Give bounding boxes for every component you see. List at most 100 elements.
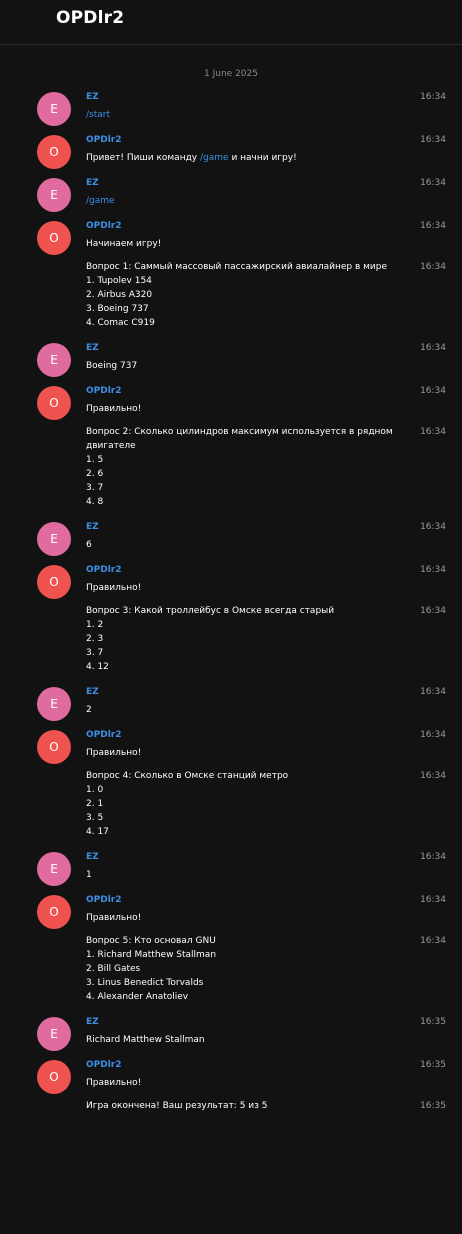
message-group: E EZ 16:34 2 xyxy=(0,686,462,729)
message-group: O OPDlr2 16:35 Правильно! Игра окончена! Ваш… xyxy=(0,1059,462,1125)
message-header: OPDlr2 16:34 xyxy=(86,220,446,232)
message-timestamp: 16:35 xyxy=(420,1101,446,1111)
message-timestamp: 16:34 xyxy=(420,730,446,740)
sender-name[interactable]: EZ xyxy=(86,91,442,103)
avatar[interactable]: O xyxy=(37,135,71,169)
text-span: 3. Boeing 737 xyxy=(86,304,149,314)
text-span: 2. 6 xyxy=(86,469,104,479)
message-text: Правильно! xyxy=(86,402,442,416)
message-text: Правильно! xyxy=(86,1076,442,1090)
message-group: E EZ 16:34/game xyxy=(0,177,462,220)
text-span: Игра окончена! Ваш результат: 5 из 5 xyxy=(86,1101,268,1111)
sender-name[interactable]: EZ xyxy=(86,342,442,354)
text-span: Вопрос 1: Саммый массовый пассажирский а… xyxy=(86,262,388,272)
message-text: Игра окончена! Ваш результат: 5 из 5 16:3… xyxy=(86,1099,446,1113)
sender-name[interactable]: OPDlr2 xyxy=(86,729,442,741)
message-timestamp: 16:35 xyxy=(420,1060,446,1070)
message-text: Правильно! xyxy=(86,911,442,925)
message-timestamp: 16:34 xyxy=(420,178,446,188)
message-group: O OPDlr2 16:34 Правильно! Вопрос 2: Сколько … xyxy=(0,385,462,521)
message-timestamp: 16:34 xyxy=(420,92,446,102)
message-timestamp: 16:35 xyxy=(420,1017,446,1027)
message-text: Richard Matthew Stallman xyxy=(86,1033,442,1047)
avatar[interactable]: O xyxy=(37,221,71,255)
sender-name[interactable]: OPDlr2 xyxy=(86,1059,442,1071)
sender-name[interactable]: EZ xyxy=(86,177,442,189)
message-timestamp: 16:34 xyxy=(420,852,446,862)
avatar[interactable]: E xyxy=(37,852,71,886)
message-header: EZ 16:34 xyxy=(86,686,446,698)
sender-name[interactable]: EZ xyxy=(86,521,442,533)
text-span: 1. 5 xyxy=(86,455,104,465)
message-timestamp: 16:34 xyxy=(420,262,446,272)
message-text: Вопрос 5: Кто основал GNU 1. Richard Matt… xyxy=(86,934,446,1004)
sender-name[interactable]: EZ xyxy=(86,851,442,863)
message-text: Правильно! xyxy=(86,581,442,595)
message-text: Начинаем игру! xyxy=(86,237,442,251)
message-text: Привет! Пиши команду /game и начни игру! xyxy=(86,151,442,165)
avatar[interactable]: O xyxy=(37,895,71,929)
avatar[interactable]: O xyxy=(37,386,71,420)
sender-name[interactable]: EZ xyxy=(86,686,442,698)
sender-name[interactable]: OPDlr2 xyxy=(86,894,442,906)
avatar[interactable]: E xyxy=(37,343,71,377)
text-span: Boeing 737 xyxy=(86,361,138,371)
message-group: E EZ 16:34/start xyxy=(0,91,462,134)
text-span: 2. Airbus A320 xyxy=(86,290,153,300)
text-span: Вопрос 2: Сколько цилиндров максимум исп… xyxy=(86,427,393,451)
text-span: Вопрос 3: Какой троллейбус в Омске всегд… xyxy=(86,606,335,616)
message-text: 2 xyxy=(86,703,442,717)
message-timestamp: 16:34 xyxy=(420,343,446,353)
text-span: 6 xyxy=(86,540,92,550)
sender-name[interactable]: EZ xyxy=(86,1016,442,1028)
text-span: 2 xyxy=(86,705,92,715)
text-span: Правильно! xyxy=(86,404,142,414)
command-link[interactable]: /game xyxy=(200,153,229,163)
message-group: E EZ 16:34 Boeing 737 xyxy=(0,342,462,385)
sender-name[interactable]: OPDlr2 xyxy=(86,220,442,232)
message-text: /start xyxy=(86,108,442,122)
sender-name[interactable]: OPDlr2 xyxy=(86,134,442,146)
message-timestamp: 16:34 xyxy=(420,936,446,946)
text-span: 4. Comac C919 xyxy=(86,318,155,328)
message-header: OPDlr2 16:34 xyxy=(86,564,446,576)
message-text: Вопрос 1: Саммый массовый пассажирский а… xyxy=(86,260,446,330)
message-header: OPDlr2 16:34 xyxy=(86,134,446,146)
avatar[interactable]: E xyxy=(37,522,71,556)
message-group: O OPDlr2 16:34 Правильно! Вопрос 5: Кто осно… xyxy=(0,894,462,1016)
text-span: Правильно! xyxy=(86,748,142,758)
sender-name[interactable]: OPDlr2 xyxy=(86,564,442,576)
text-span: 1. Richard Matthew Stallman xyxy=(86,950,217,960)
message-group: O OPDlr2 16:34 Правильно! Вопрос 3: Какой тр… xyxy=(0,564,462,686)
command-link[interactable]: /start xyxy=(86,110,110,120)
message-header: OPDlr2 16:34 xyxy=(86,729,446,741)
text-span: 4. 12 xyxy=(86,662,109,672)
avatar[interactable]: O xyxy=(37,730,71,764)
avatar[interactable]: E xyxy=(37,92,71,126)
message-text: 6 xyxy=(86,538,442,552)
message-text: Boeing 737 xyxy=(86,359,442,373)
avatar[interactable]: E xyxy=(37,1017,71,1051)
avatar[interactable]: E xyxy=(37,178,71,212)
text-span: 3. 7 xyxy=(86,648,104,658)
sender-name[interactable]: OPDlr2 xyxy=(86,385,442,397)
avatar[interactable]: O xyxy=(37,1060,71,1094)
text-span: 2. 1 xyxy=(86,799,104,809)
text-span: 2. Bill Gates xyxy=(86,964,141,974)
message-header: EZ 16:34 xyxy=(86,177,446,189)
date-separator: 1 June 2025 xyxy=(204,69,258,79)
message-text: Вопрос 3: Какой троллейбус в Омске всегд… xyxy=(86,604,446,674)
avatar[interactable]: O xyxy=(37,565,71,599)
text-span: 3. Linus Benedict Torvalds xyxy=(86,978,204,988)
message-timestamp: 16:34 xyxy=(420,522,446,532)
message-timestamp: 16:34 xyxy=(420,221,446,231)
message-feed: E EZ 16:34/start O OPDlr2 16:34 Привет! Пиши к… xyxy=(0,80,462,1125)
message-text: Вопрос 4: Сколько в Омске станций метро 1… xyxy=(86,769,446,839)
avatar[interactable]: E xyxy=(37,687,71,721)
text-span: 1 xyxy=(86,870,92,880)
command-link[interactable]: /game xyxy=(86,196,115,206)
message-header: OPDlr2 16:34 xyxy=(86,385,446,397)
message-header: EZ 16:35 xyxy=(86,1016,446,1028)
message-group: E EZ 16:34 6 xyxy=(0,521,462,564)
message-group: O OPDlr2 16:34 Привет! Пиши команду /game и… xyxy=(0,134,462,177)
